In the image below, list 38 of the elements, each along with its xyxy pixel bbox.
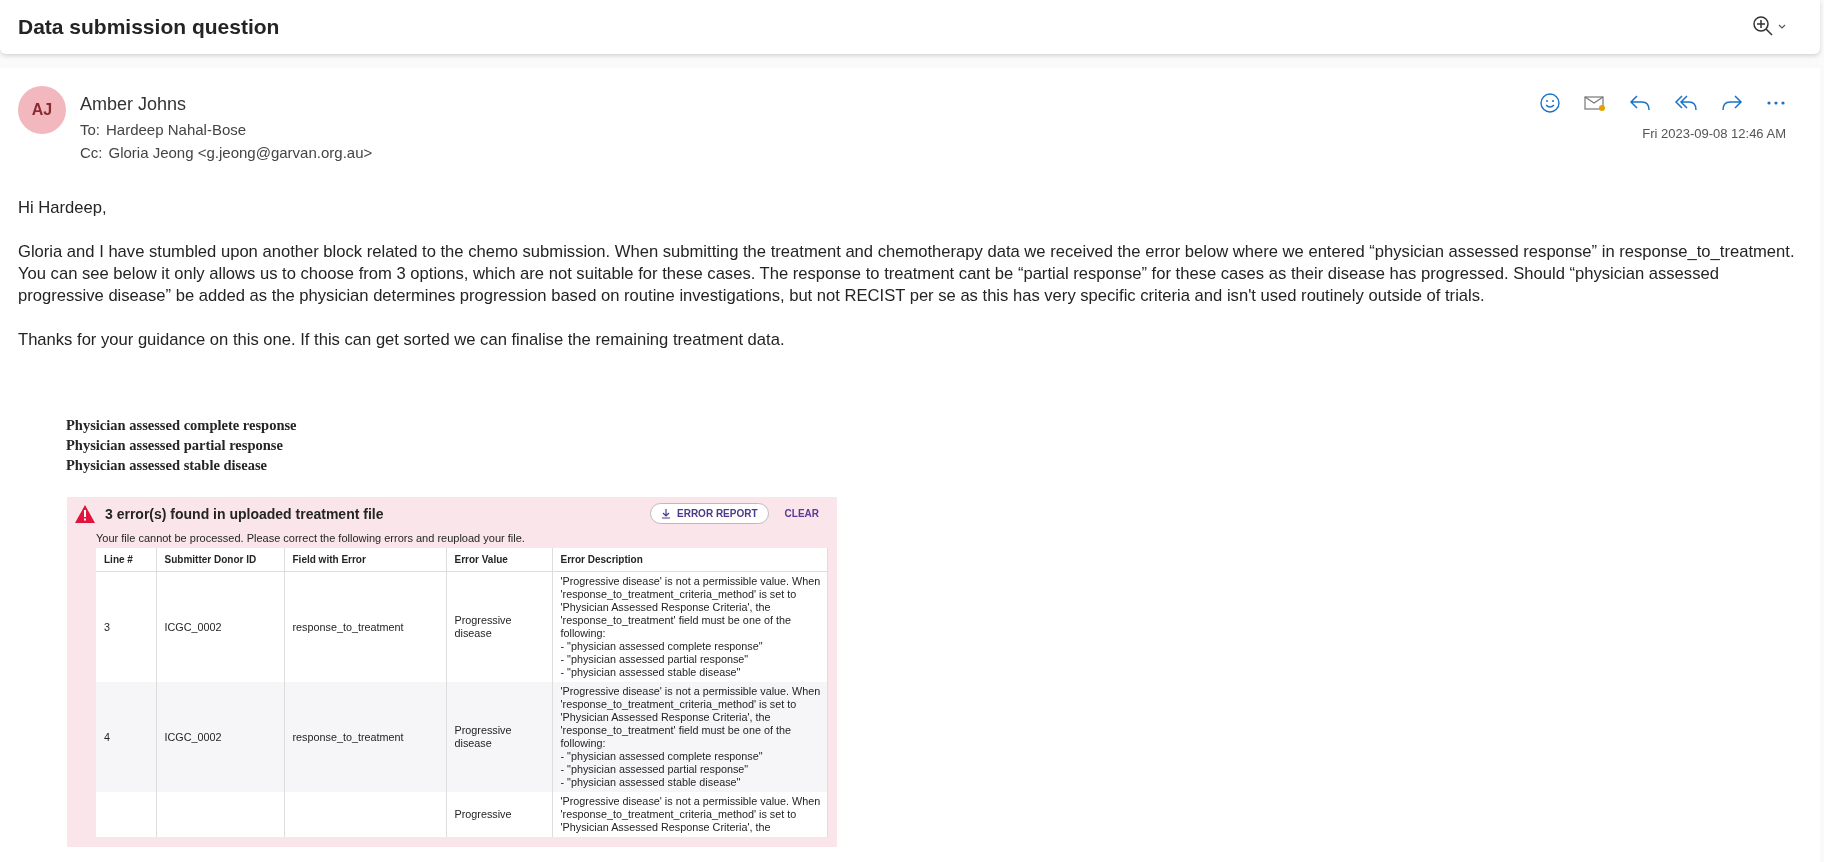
error-report-button[interactable]: ERROR REPORT bbox=[650, 503, 769, 524]
smiley-icon[interactable] bbox=[1539, 92, 1561, 114]
reply-all-icon[interactable] bbox=[1674, 93, 1698, 113]
table-cell: ICGC_0002 bbox=[156, 682, 284, 792]
email-subject: Data submission question bbox=[18, 15, 281, 39]
table-cell: 'Progressive disease' is not a permissible value. When 'response_to_treatment_criteria_method' is set to 'Physician Assessed Response Criteria', the bbox=[552, 792, 828, 837]
forward-icon[interactable] bbox=[1721, 93, 1743, 113]
envelope-icon[interactable] bbox=[1584, 94, 1606, 112]
sender-name: Amber Johns bbox=[80, 94, 188, 115]
body-paragraph: Hi Hardeep, bbox=[18, 197, 108, 219]
download-icon bbox=[661, 508, 671, 519]
clear-button[interactable]: CLEAR bbox=[778, 507, 825, 520]
column-header: Error Value bbox=[446, 548, 552, 572]
body-paragraph: Thanks for your guidance on this one. If this can get sorted we can finalise the remaining treatment data. bbox=[18, 329, 786, 351]
recipient: Hardeep Nahal-Bose bbox=[106, 121, 247, 138]
table-cell: 4 bbox=[96, 682, 156, 792]
cc-recipient: Gloria Jeong <g.jeong@garvan.org.au> bbox=[108, 144, 373, 161]
table-cell: response_to_treatment bbox=[284, 682, 446, 792]
sent-date: Fri 2023-09-08 12:46 AM bbox=[1642, 126, 1786, 141]
avatar: AJ bbox=[18, 86, 66, 134]
column-header: Line # bbox=[96, 548, 156, 572]
column-header: Error Description bbox=[552, 548, 828, 572]
reply-icon[interactable] bbox=[1629, 93, 1651, 113]
error-message: Your file cannot be processed. Please correct the following errors and reupload your file. bbox=[96, 532, 526, 544]
cc-label: Cc: bbox=[80, 144, 103, 161]
table-cell: Progressive disease bbox=[446, 682, 552, 792]
column-header: Submitter Donor ID bbox=[156, 548, 284, 572]
option-label: Physician assessed complete response bbox=[66, 416, 298, 435]
table-cell: 'Progressive disease' is not a permissible value. When 'response_to_treatment_criteria_method' is set to 'Physician Assessed Response Criteria', the 'response_to_treatment' field must be one of the following: - "physician assessed complete response" - "physician assessed partial response" - "physician assessed stable disease" bbox=[552, 682, 828, 792]
to-label: To: bbox=[80, 121, 100, 138]
table-cell: Progressive bbox=[446, 792, 552, 837]
error-title: 3 error(s) found in uploaded treatment file bbox=[105, 505, 385, 522]
option-label: Physician assessed stable disease bbox=[66, 456, 268, 475]
column-header: Field with Error bbox=[284, 548, 446, 572]
option-label: Physician assessed partial response bbox=[66, 436, 284, 455]
body-paragraph: Gloria and I have stumbled upon another block related to the chemo submission. When submitting the treatment and chemotherapy data we received the error below where we entered “physician assessed response” in response_to_treatment. You can see below it only allows us to choose from 3 options, which are not suitable for these cases. The response to treatment cant be “partial response” for these cases as their disease has progressed. Should “physician assessed progressive disease” be added as the physician determines progression based on routine investigations, but not RECIST per se as this has very specific criteria and isn't used routinely outside of trials. bbox=[18, 241, 1796, 307]
more-icon[interactable] bbox=[1766, 100, 1786, 106]
warning-icon bbox=[75, 504, 95, 523]
